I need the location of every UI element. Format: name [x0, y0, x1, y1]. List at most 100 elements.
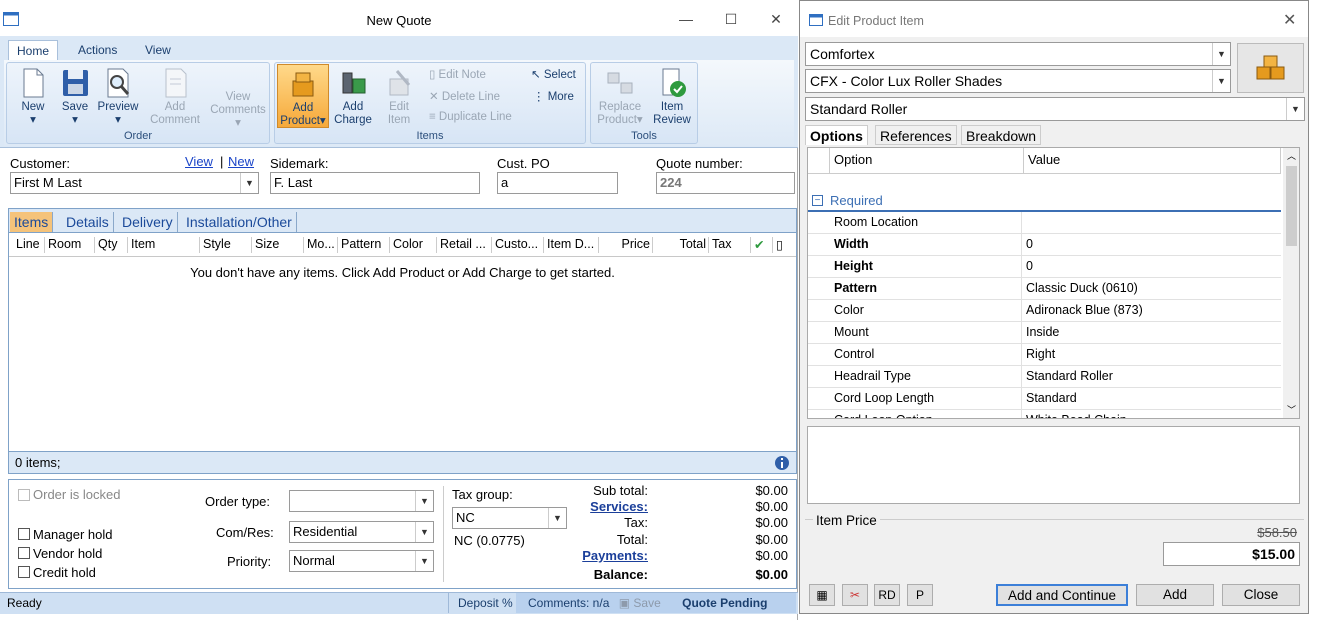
view-comments-button[interactable]: View Comments ▾	[207, 91, 269, 130]
duplicate-line-button[interactable]: ≡ Duplicate Line	[429, 111, 512, 123]
vendor-hold-checkbox[interactable]	[18, 547, 30, 559]
tab-home[interactable]: Home	[8, 40, 59, 60]
col-item[interactable]: Item	[128, 237, 200, 253]
edit-item-button[interactable]: Edit Item	[379, 67, 419, 127]
tax-group-select[interactable]: NC ▼	[452, 507, 567, 529]
col-room[interactable]: Room	[45, 237, 95, 253]
option-value[interactable]: Standard	[1024, 388, 1077, 409]
tab-view[interactable]: View	[137, 40, 179, 60]
scroll-thumb[interactable]	[1286, 166, 1297, 246]
option-row[interactable]: Control Right	[808, 344, 1281, 366]
option-value[interactable]: Standard Roller	[1024, 366, 1113, 387]
manufacturer-select[interactable]: Comfortex ▼	[805, 42, 1231, 66]
close-button[interactable]: Close	[1222, 584, 1300, 606]
view-customer-link[interactable]: View	[185, 154, 213, 169]
col-style[interactable]: Style	[200, 237, 252, 253]
option-row[interactable]: Pattern Classic Duck (0610)	[808, 278, 1281, 300]
option-value[interactable]: Inside	[1024, 322, 1059, 343]
col-line[interactable]: Line	[13, 237, 45, 253]
manager-hold-checkbox[interactable]	[18, 528, 30, 540]
option-row[interactable]: Mount Inside	[808, 322, 1281, 344]
add-button[interactable]: Add	[1136, 584, 1214, 606]
option-row[interactable]: Height 0	[808, 256, 1281, 278]
add-product-button[interactable]: Add Product▾	[277, 64, 329, 128]
col-item-description[interactable]: Item D...	[544, 237, 599, 253]
option-value[interactable]: Adironack Blue (873)	[1024, 300, 1143, 321]
deposit-status[interactable]: Deposit %	[448, 593, 516, 613]
col-mount[interactable]: Mo...	[304, 237, 338, 253]
option-value[interactable]: 0	[1024, 234, 1033, 255]
credit-hold-checkbox[interactable]	[18, 566, 30, 578]
option-value[interactable]: 0	[1024, 256, 1033, 277]
tab-breakdown[interactable]: Breakdown	[961, 125, 1042, 145]
col-check-icon[interactable]: ✔	[751, 237, 773, 253]
col-customer[interactable]: Custo...	[492, 237, 544, 253]
col-color[interactable]: Color	[390, 237, 437, 253]
option-row[interactable]: Headrail Type Standard Roller	[808, 366, 1281, 388]
option-row[interactable]: Room Location	[808, 212, 1281, 234]
comments-status[interactable]: Comments: n/a	[528, 596, 609, 610]
sidemark-input[interactable]: F. Last	[270, 172, 480, 194]
option-value[interactable]: Classic Duck (0610)	[1024, 278, 1138, 299]
tab-details[interactable]: Details	[62, 212, 114, 232]
item-review-button[interactable]: Item Review	[649, 67, 695, 127]
option-row[interactable]: Cord Loop OptionWhite Bead Chain	[808, 410, 1281, 418]
option-row[interactable]: Color Adironack Blue (873)	[808, 300, 1281, 322]
scroll-up-icon[interactable]: ︿	[1283, 148, 1299, 164]
replace-product-button[interactable]: Replace Product▾	[593, 67, 647, 127]
priority-select[interactable]: Normal ▼	[289, 550, 434, 572]
save-button[interactable]: Save ▾	[55, 67, 95, 127]
tool-button[interactable]: ✂	[842, 584, 868, 606]
col-size[interactable]: Size	[252, 237, 304, 253]
add-charge-button[interactable]: Add Charge	[331, 67, 375, 127]
tab-actions[interactable]: Actions	[70, 40, 125, 60]
close-window-button[interactable]: ✕	[766, 10, 786, 28]
product-select[interactable]: CFX - Color Lux Roller Shades ▼	[805, 69, 1231, 93]
close-dialog-button[interactable]: ✕	[1283, 10, 1296, 30]
col-tax[interactable]: Tax	[709, 237, 751, 253]
com-res-select[interactable]: Residential ▼	[289, 521, 434, 543]
payments-link[interactable]: Payments:	[582, 548, 648, 563]
col-price[interactable]: Price	[599, 237, 653, 253]
maximize-button[interactable]: ☐	[721, 10, 741, 28]
p-button[interactable]: P	[907, 584, 933, 606]
scroll-down-icon[interactable]: ﹀	[1283, 402, 1299, 418]
grid-scrollbar[interactable]: ︿ ﹀	[1283, 148, 1299, 418]
col-qty[interactable]: Qty	[95, 237, 128, 253]
tab-delivery[interactable]: Delivery	[118, 212, 178, 232]
price-input[interactable]: $15.00	[1163, 542, 1300, 566]
delete-line-button[interactable]: ✕ Delete Line	[429, 89, 500, 103]
edit-note-button[interactable]: ▯ Edit Note	[429, 67, 486, 81]
col-option[interactable]: Option	[830, 148, 1024, 174]
cust-po-input[interactable]: a	[497, 172, 618, 194]
order-type-select[interactable]: ▼	[289, 490, 434, 512]
option-value[interactable]: Right	[1024, 344, 1055, 365]
add-comment-button[interactable]: Add Comment	[147, 67, 203, 127]
notes-area[interactable]	[807, 426, 1300, 504]
col-pattern[interactable]: Pattern	[338, 237, 390, 253]
services-link[interactable]: Services:	[590, 499, 648, 514]
more-button[interactable]: ⋮ More	[533, 89, 574, 103]
save-status[interactable]: ▣ Save	[619, 596, 661, 610]
add-and-continue-button[interactable]: Add and Continue	[996, 584, 1128, 606]
col-retail[interactable]: Retail ...	[437, 237, 492, 253]
customer-select[interactable]: First M Last ▼	[10, 172, 259, 194]
style-select[interactable]: Standard Roller ▼	[805, 97, 1305, 121]
option-value[interactable]: White Bead Chain	[1024, 410, 1127, 418]
product-image-button[interactable]	[1237, 43, 1304, 93]
option-row[interactable]: Width 0	[808, 234, 1281, 256]
info-icon[interactable]	[774, 455, 790, 471]
col-value[interactable]: Value	[1024, 148, 1281, 174]
calculator-button[interactable]: ▦	[809, 584, 835, 606]
group-required[interactable]: − Required	[808, 190, 1281, 212]
select-button[interactable]: ↖ Select	[531, 67, 576, 81]
col-total[interactable]: Total	[653, 237, 709, 253]
tab-items[interactable]: Items	[10, 212, 54, 232]
tab-options[interactable]: Options	[805, 125, 868, 145]
new-customer-link[interactable]: New	[228, 154, 254, 169]
minimize-button[interactable]: —	[676, 10, 696, 28]
option-row[interactable]: Cord Loop Length Standard	[808, 388, 1281, 410]
tab-installation[interactable]: Installation/Other	[182, 212, 297, 232]
new-button[interactable]: New ▾	[13, 67, 53, 127]
tab-references[interactable]: References	[875, 125, 957, 145]
